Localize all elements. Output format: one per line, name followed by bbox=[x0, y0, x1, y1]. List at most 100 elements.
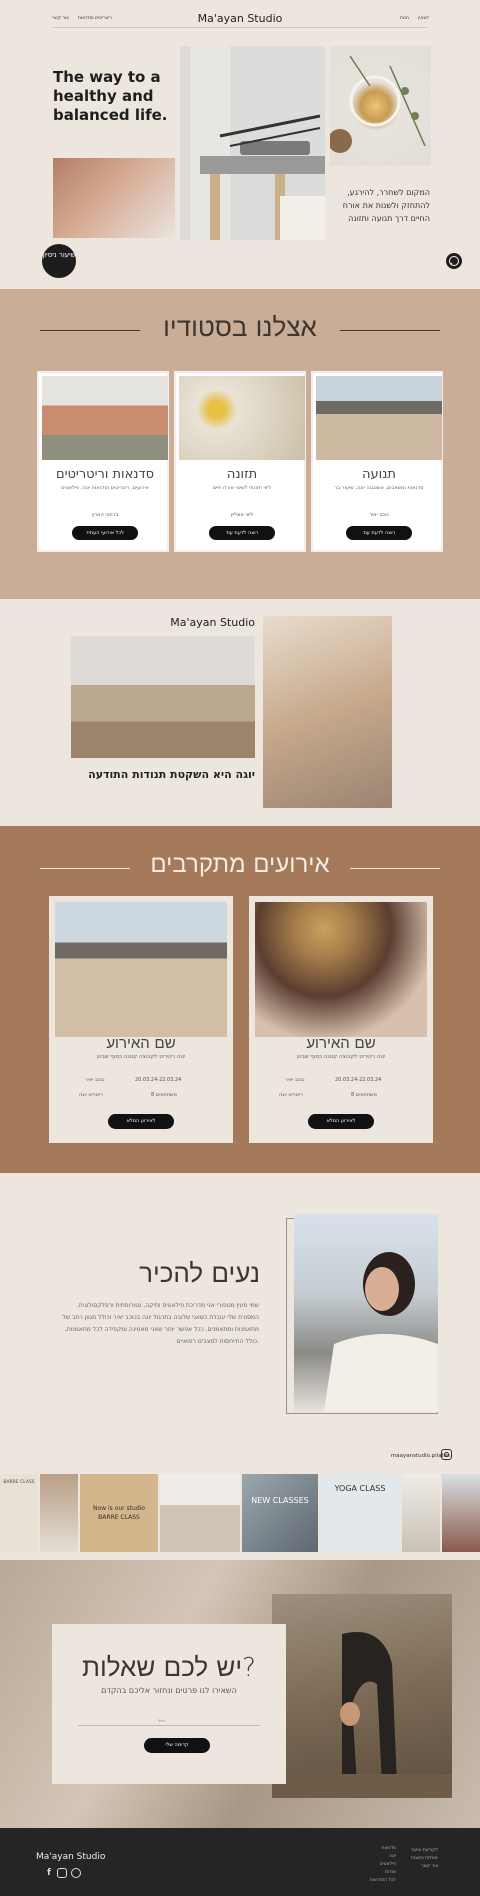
card-location: ליווי אונליין bbox=[230, 512, 254, 518]
email-field[interactable]: מייל bbox=[78, 1716, 260, 1726]
instagram-lens bbox=[444, 1452, 449, 1457]
event-photo bbox=[55, 902, 227, 1037]
email-field-label: מייל bbox=[158, 1718, 165, 1723]
header-divider bbox=[52, 27, 428, 28]
site-header: Ma'ayan Studio צור קשר ריטריטים וסדנאות … bbox=[0, 0, 480, 36]
yoga-caption: יוגה היא השקטת תנודות התודעה bbox=[88, 768, 255, 781]
questions-card: יש לכם שאלות? השאירו לנו פרטים ונחזור אל… bbox=[52, 1624, 286, 1784]
card-location: ברחבי הארץ bbox=[91, 512, 119, 518]
event-date: 20.03.24-22.03.24 bbox=[135, 1077, 182, 1083]
hero-reformer-photo bbox=[180, 46, 325, 240]
card-button[interactable]: לכל אירועי העתיד bbox=[72, 526, 138, 540]
insta-tile-3[interactable]: Now is our studio BARRE CLASS bbox=[80, 1474, 158, 1552]
studio-title-rule-left bbox=[40, 330, 140, 331]
events-title-rule-left bbox=[40, 868, 130, 869]
card-button[interactable]: רוצה לדעת עוד bbox=[209, 526, 275, 540]
herb-illustration bbox=[330, 55, 426, 153]
event-type: ריטריט יוגה bbox=[279, 1092, 303, 1098]
about-portrait bbox=[294, 1214, 438, 1412]
footer-link[interactable]: פילאטיס bbox=[342, 1862, 396, 1867]
nav-contact[interactable]: צור קשר bbox=[52, 16, 69, 21]
card-location: כוכב יאיר bbox=[369, 512, 389, 518]
instagram-footer-icon[interactable] bbox=[57, 1868, 67, 1878]
insta-tile-4[interactable] bbox=[160, 1474, 240, 1552]
event-spots: 8 משתתפים bbox=[351, 1092, 377, 1098]
card-subtitle: סדנאות ומשאבים, אשטנגה יוגה, שיעור בר bbox=[334, 485, 424, 491]
trial-class-badge[interactable]: שיעור ניסיון bbox=[42, 244, 76, 278]
whatsapp-icon bbox=[449, 256, 459, 266]
about-body: שמי מעין מטפורי אני מדריכת פילאטיס ותיקה… bbox=[62, 1302, 259, 1345]
footer-logo: Ma'ayan Studio bbox=[36, 1852, 106, 1862]
event-card-2: שם האירוע יוגה ריטריט לקבוצה קטנה בסוף ש… bbox=[249, 896, 433, 1143]
card-subtitle: אירועים, ריטריטים וסדנאות יוגה, פילאטיס bbox=[61, 485, 149, 491]
insta-tile-6-text: YOGA CLASS bbox=[334, 1484, 386, 1493]
insta-tile-5-text: NEW CLASSES bbox=[251, 1496, 309, 1505]
event-spots: 8 משתתפים bbox=[151, 1092, 177, 1098]
events-title: אירועים מתקרבים bbox=[150, 850, 330, 878]
footer-link[interactable]: אודות bbox=[342, 1870, 396, 1875]
about-title: נעים להכיר bbox=[139, 1259, 260, 1289]
insta-tile-7[interactable] bbox=[402, 1474, 440, 1552]
card-title: תנועה bbox=[362, 467, 396, 482]
workshops-photo bbox=[42, 376, 168, 460]
instagram-icon[interactable] bbox=[441, 1449, 452, 1460]
studio-card-movement: תנועה סדנאות ומשאבים, אשטנגה יוגה, שיעור… bbox=[311, 371, 443, 552]
whatsapp-footer-icon[interactable] bbox=[71, 1868, 81, 1878]
event-subtitle: יוגה ריטריט לקבוצה קטנה בסוף שבוע bbox=[296, 1054, 386, 1060]
hero-tagline: המקום לשחרר, להירגע, להתחזק ולשנות את או… bbox=[342, 188, 430, 223]
event-photo bbox=[255, 902, 427, 1037]
nutrition-photo bbox=[179, 376, 305, 460]
yoga-forward-fold-illustration bbox=[272, 1632, 452, 1798]
event-subtitle: יוגה ריטריט לקבוצה קטנה בסוף שבוע bbox=[96, 1054, 186, 1060]
event-type: ריטריט יוגה bbox=[79, 1092, 103, 1098]
studio-title-rule-right bbox=[340, 330, 440, 331]
instagram-handle[interactable]: maayanstudio.pilates bbox=[380, 1453, 450, 1459]
event-title: שם האירוע bbox=[306, 1034, 376, 1052]
event-location: כוכב יאיר bbox=[85, 1077, 105, 1083]
hero-tea-photo bbox=[330, 46, 431, 166]
nav-shop[interactable]: חנות bbox=[400, 16, 409, 21]
questions-title: יש לכם שאלות? bbox=[82, 1653, 256, 1683]
meditation-photo bbox=[263, 616, 392, 808]
whatsapp-button[interactable] bbox=[446, 253, 462, 269]
studio-card-workshops: סדנאות וריטריטים אירועים, ריטריטים וסדנא… bbox=[37, 371, 169, 552]
card-subtitle: ליווי תזונתי לשינוי אורח חיים bbox=[212, 485, 272, 491]
insta-tile-2[interactable] bbox=[40, 1474, 78, 1552]
events-title-rule-right bbox=[350, 868, 440, 869]
footer-link[interactable]: יוגה bbox=[342, 1854, 396, 1859]
footer-link[interactable]: לכל הסדנאות bbox=[342, 1878, 396, 1883]
questions-subtitle: השאירו לנו פרטים ונחזור אליכם בהקדם bbox=[101, 1686, 237, 1695]
insta-tile-3-text: Now is our studio BARRE CLASS bbox=[93, 1505, 145, 1521]
insta-tile-1-text: BARRE CLASS bbox=[3, 1480, 35, 1485]
event-date: 20.03.24-22.03.24 bbox=[335, 1077, 382, 1083]
nav-retreats[interactable]: ריטריטים וסדנאות bbox=[78, 16, 112, 21]
hero-headline: The way to a healthy and balanced life. bbox=[53, 68, 168, 124]
site-logo[interactable]: Ma'ayan Studio bbox=[190, 12, 290, 25]
nav-login[interactable]: לוגאין bbox=[418, 16, 429, 21]
hero-stretch-photo bbox=[53, 158, 175, 238]
insta-tile-1[interactable]: BARRE CLASS bbox=[0, 1474, 38, 1552]
event-card-1: שם האירוע יוגה ריטריט לקבוצה קטנה בסוף ש… bbox=[49, 896, 233, 1143]
insta-tile-6[interactable]: YOGA CLASS bbox=[320, 1474, 400, 1552]
reformer-illustration bbox=[180, 46, 325, 240]
insta-tile-5[interactable]: NEW CLASSES bbox=[242, 1474, 318, 1552]
event-title: שם האירוע bbox=[106, 1034, 176, 1052]
yoga-class-photo bbox=[71, 636, 255, 758]
yoga-brand: Ma'ayan Studio bbox=[170, 616, 255, 629]
insta-tile-8[interactable] bbox=[442, 1474, 480, 1552]
event-location: כוכב יאיר bbox=[285, 1077, 305, 1083]
card-title: תזונה bbox=[226, 467, 258, 482]
questions-photo bbox=[272, 1594, 452, 1798]
card-title: סדנאות וריטריטים bbox=[55, 467, 155, 482]
movement-photo bbox=[316, 376, 442, 460]
site-footer: Ma'ayan Studio f לקביעת שיעור שאלות נפוצ… bbox=[0, 1828, 480, 1896]
submit-button[interactable]: קדימה שלי bbox=[144, 1738, 210, 1753]
studio-title: אצלנו בסטודיו bbox=[163, 313, 317, 343]
footer-link[interactable]: סדנאות bbox=[342, 1846, 396, 1851]
event-button[interactable]: לאירוע המלא bbox=[308, 1114, 374, 1129]
portrait-illustration bbox=[324, 1252, 438, 1412]
studio-card-nutrition: תזונה ליווי תזונתי לשינוי אורח חיים ליוו… bbox=[174, 371, 306, 552]
facebook-icon[interactable]: f bbox=[44, 1868, 54, 1878]
event-button[interactable]: לאירוע המלא bbox=[108, 1114, 174, 1129]
card-button[interactable]: רוצה לדעת עוד bbox=[346, 526, 412, 540]
